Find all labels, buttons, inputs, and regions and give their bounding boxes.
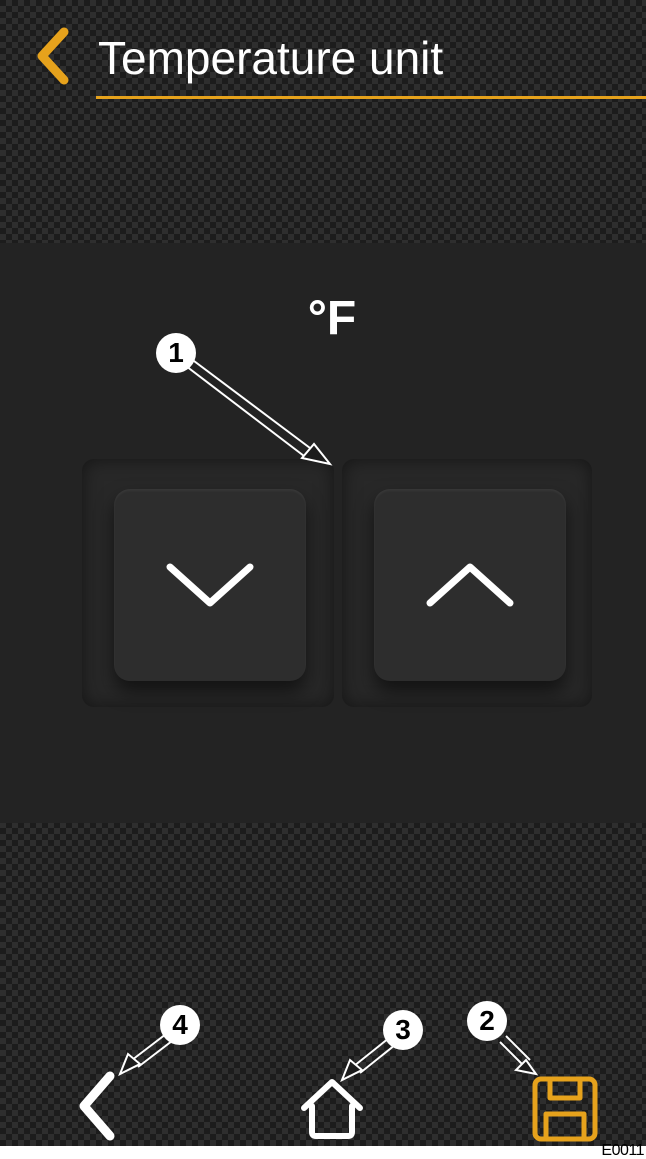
chevron-left-icon — [79, 1071, 115, 1141]
current-unit-value: °F — [307, 292, 357, 345]
chevron-left-icon — [37, 27, 69, 85]
callout-4: 4 — [160, 1005, 200, 1045]
home-icon — [301, 1079, 363, 1139]
callout-2: 2 — [467, 1001, 507, 1041]
header-back-button[interactable] — [30, 24, 78, 88]
device-screen: Temperature unit °F 1 2 3 4 — [0, 0, 646, 1146]
nav-home-button[interactable] — [296, 1076, 368, 1142]
figure-reference-code: E0011 — [601, 1142, 644, 1159]
page-title: Temperature unit — [98, 32, 444, 84]
save-icon — [532, 1076, 598, 1142]
increase-button[interactable] — [374, 489, 566, 681]
nav-save-button[interactable] — [530, 1074, 600, 1144]
title-underline — [96, 96, 646, 99]
chevron-down-icon — [166, 563, 254, 607]
nav-back-button[interactable] — [72, 1068, 122, 1144]
decrease-button[interactable] — [114, 489, 306, 681]
callout-1: 1 — [156, 333, 196, 373]
callout-3: 3 — [383, 1010, 423, 1050]
chevron-up-icon — [426, 563, 514, 607]
